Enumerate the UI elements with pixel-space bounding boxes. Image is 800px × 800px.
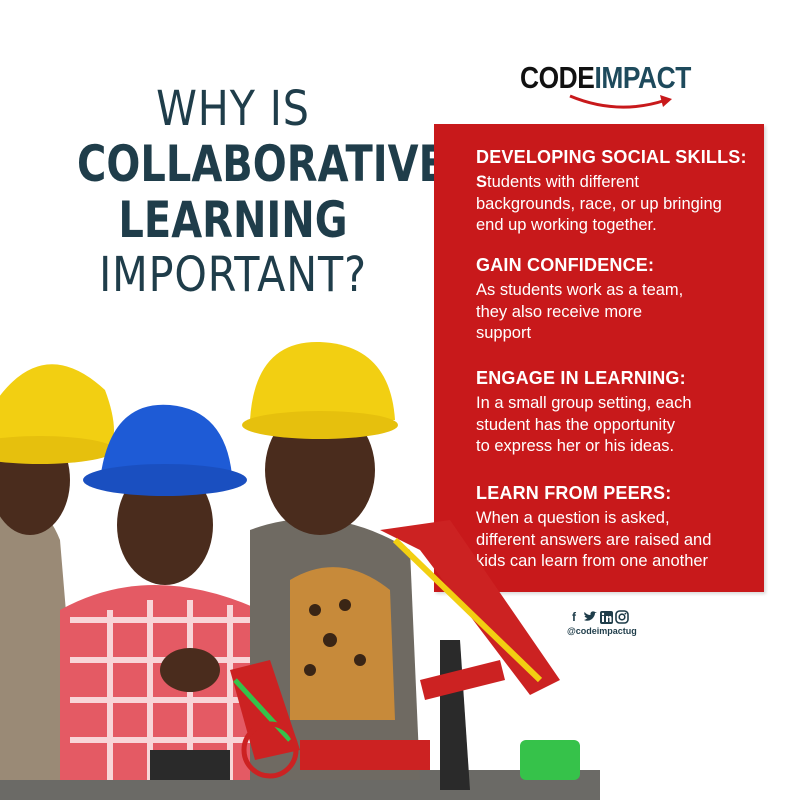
section-social-skills: DEVELOPING SOCIAL SKILLS: Students with … — [476, 146, 766, 237]
headline-line-1: WHY IS — [156, 81, 310, 137]
headline-line-3: LEARNING — [118, 191, 348, 249]
logo-arrow-icon — [569, 94, 672, 109]
logo-part-2: IMPACT — [594, 60, 691, 95]
headline: WHY IS COLLABORATIVE LEARNING IMPORTANT? — [38, 81, 446, 303]
codeimpact-logo: CODEIMPACT — [520, 60, 710, 116]
headline-line-2: COLLABORATIVE — [77, 135, 446, 193]
children-robotics-photo — [0, 341, 600, 800]
headline-line-4: IMPORTANT? — [99, 247, 367, 303]
section-body: As students work as a team, they also re… — [476, 281, 684, 342]
section-title: GAIN CONFIDENCE: — [476, 255, 655, 275]
section-title: DEVELOPING SOCIAL SKILLS: — [476, 147, 747, 167]
logo-part-1: CODE — [520, 60, 595, 95]
section-confidence: GAIN CONFIDENCE: As students work as a t… — [476, 254, 766, 345]
instagram-icon[interactable] — [615, 610, 629, 624]
linkedin-icon[interactable] — [599, 610, 613, 624]
section-body: Students with different backgrounds, rac… — [476, 173, 722, 234]
